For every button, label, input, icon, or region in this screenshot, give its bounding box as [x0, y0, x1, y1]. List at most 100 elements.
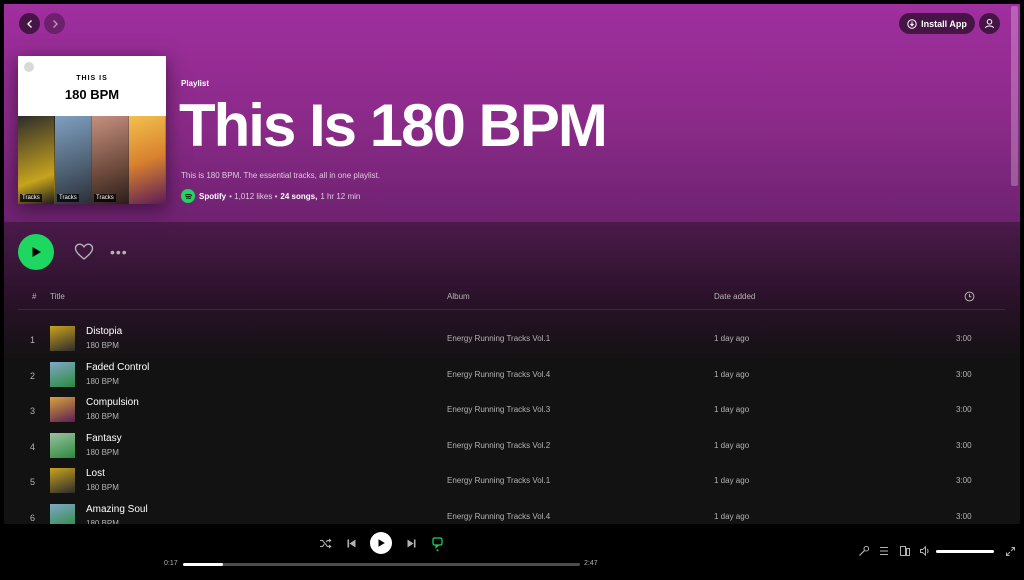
fullscreen-button[interactable] [1003, 544, 1017, 558]
like-button[interactable] [74, 242, 94, 262]
playlist-cover[interactable]: THIS IS 180 BPM Tracks Tracks Tracks [18, 56, 166, 204]
shuffle-button[interactable] [317, 535, 333, 551]
clock-icon[interactable] [964, 291, 975, 302]
user-menu-button[interactable] [979, 13, 1000, 34]
skip-forward-icon [407, 539, 415, 547]
track-number: 1 [30, 335, 36, 345]
track-album[interactable]: Energy Running Tracks Vol.2 [447, 441, 550, 450]
column-album[interactable]: Album [447, 292, 470, 301]
track-album[interactable]: Energy Running Tracks Vol.4 [447, 370, 550, 379]
chevron-left-icon [26, 19, 32, 28]
track-album[interactable]: Energy Running Tracks Vol.3 [447, 405, 550, 414]
owner-link[interactable]: Spotify [199, 192, 226, 201]
cover-photo: Tracks [92, 116, 129, 204]
track-number: 3 [30, 406, 36, 417]
microphone-icon [859, 545, 870, 556]
volume-slider[interactable] [936, 550, 994, 553]
track-artist[interactable]: 180 BPM [86, 412, 119, 421]
track-artist[interactable]: 180 BPM [86, 483, 119, 492]
mute-button[interactable] [918, 544, 932, 558]
total-time: 2:47 [584, 560, 598, 567]
track-artist[interactable]: 180 BPM [86, 448, 119, 457]
track-number: 5 [30, 477, 36, 488]
table-row[interactable]: 3 Compulsion 180 BPM Energy Running Tracks … [18, 393, 1005, 428]
cover-tag: Tracks [20, 194, 42, 202]
repeat-button[interactable] [429, 535, 445, 553]
main-view: Install App THIS IS 180 BPM Tracks Track… [4, 4, 1020, 524]
track-duration: 3:00 [956, 476, 972, 486]
connect-device-button[interactable] [898, 544, 912, 558]
column-date-added[interactable]: Date added [714, 292, 755, 301]
spotify-app: Install App THIS IS 180 BPM Tracks Track… [0, 0, 1024, 580]
songs-count: 24 songs, [280, 191, 318, 201]
lyrics-icon [431, 537, 443, 552]
track-album[interactable]: Energy Running Tracks Vol.1 [447, 476, 550, 485]
playlist-type-label: Playlist [181, 79, 210, 88]
track-artwork [50, 468, 75, 494]
track-duration: 3:00 [956, 405, 972, 415]
playlist-duration: 1 hr 12 min [320, 191, 361, 201]
track-date-added: 1 day ago [714, 512, 750, 521]
table-row[interactable]: 6 Amazing Soul 180 BPM Energy Running Track… [18, 500, 1005, 524]
queue-icon [880, 546, 888, 556]
play-icon [32, 247, 41, 257]
play-button[interactable] [18, 234, 54, 270]
track-artwork [50, 397, 75, 423]
device-icon [900, 546, 910, 556]
play-icon [378, 539, 385, 547]
cover-photos: Tracks Tracks Tracks [18, 116, 166, 204]
cover-line-1: THIS IS [76, 75, 108, 82]
track-duration: 3:00 [956, 440, 972, 450]
track-title[interactable]: Compulsion [86, 397, 139, 408]
track-album[interactable]: Energy Running Tracks Vol.1 [447, 334, 550, 343]
queue-button[interactable] [877, 544, 891, 558]
back-button[interactable] [19, 13, 40, 34]
table-row[interactable]: 4 Fantasy 180 BPM Energy Running Tracks Vol… [18, 429, 1005, 464]
track-artist[interactable]: 180 BPM [86, 341, 119, 350]
table-header: # Title Album Date added [18, 290, 1005, 310]
track-artwork [50, 326, 75, 351]
track-artist[interactable]: 180 BPM [86, 377, 119, 386]
track-title[interactable]: Lost [86, 468, 105, 479]
player-play-button[interactable] [370, 532, 392, 554]
playlist-meta: Spotify • 1,012 likes • 24 songs, 1 hr 1… [181, 189, 360, 203]
progress-bar[interactable] [183, 563, 580, 566]
scrollbar[interactable] [1011, 6, 1018, 186]
install-app-label: Install App [921, 18, 967, 29]
elapsed-time: 0:17 [164, 560, 178, 567]
heart-icon [74, 243, 94, 260]
table-row[interactable]: 2 Faded Control 180 BPM Energy Running Trac… [18, 358, 1005, 393]
track-title[interactable]: Fantasy [86, 433, 122, 444]
track-date-added: 1 day ago [714, 405, 750, 415]
player-bar: 0:17 2:47 [0, 524, 1024, 580]
previous-button[interactable] [343, 535, 359, 551]
playlist-description: This is 180 BPM. The essential tracks, a… [181, 171, 381, 180]
column-title[interactable]: Title [50, 292, 65, 301]
track-artwork [50, 361, 75, 387]
track-number: 4 [30, 441, 36, 452]
track-title[interactable]: Faded Control [86, 362, 149, 373]
track-album[interactable]: Energy Running Tracks Vol.4 [447, 512, 550, 521]
user-icon [985, 19, 994, 29]
more-options-button[interactable]: ••• [110, 242, 128, 262]
track-date-added: 1 day ago [714, 334, 750, 343]
lyrics-button[interactable] [857, 544, 871, 558]
cover-line-2: 180 BPM [64, 87, 120, 102]
forward-button[interactable] [44, 13, 65, 34]
install-app-button[interactable]: Install App [899, 13, 975, 34]
spotify-logo-icon [181, 189, 195, 203]
likes-count: • 1,012 likes • [229, 191, 278, 201]
next-button[interactable] [403, 535, 419, 551]
track-number: 2 [30, 370, 36, 381]
cover-photo: Tracks [55, 116, 92, 204]
track-duration: 3:00 [956, 512, 972, 521]
track-title[interactable]: Distopia [86, 326, 122, 337]
cover-photo: Tracks [18, 116, 55, 204]
download-icon [907, 18, 917, 29]
volume-fill [936, 550, 994, 553]
table-row[interactable]: 5 Lost 180 BPM Energy Running Tracks Vol.1 1… [18, 464, 1005, 499]
track-duration: 3:00 [956, 334, 972, 343]
track-number: 6 [30, 513, 36, 523]
table-row[interactable]: 1 Distopia 180 BPM Energy Running Tracks Vo… [18, 322, 1005, 357]
track-title[interactable]: Amazing Soul [86, 504, 148, 515]
